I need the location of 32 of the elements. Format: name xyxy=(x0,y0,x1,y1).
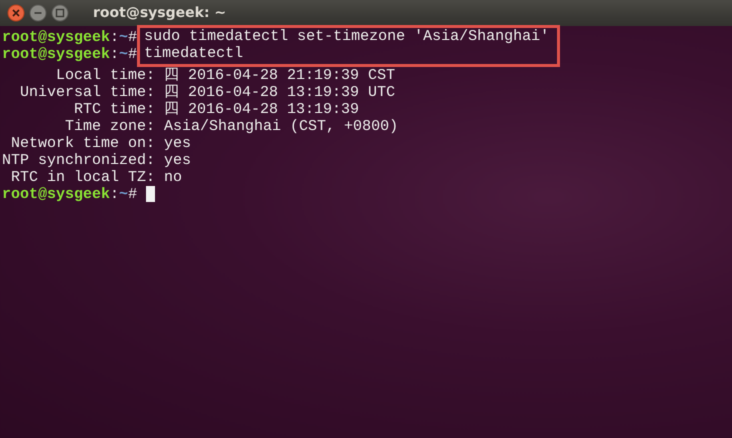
close-button[interactable] xyxy=(7,4,25,22)
prompt-user-host: root@sysgeek xyxy=(2,186,110,203)
output-value: 四 2016-04-28 13:19:39 xyxy=(164,101,360,118)
prompt-separator: : xyxy=(110,29,120,46)
minimize-button[interactable] xyxy=(29,4,47,22)
output-value: no xyxy=(164,169,182,186)
prompt-user-host: root@sysgeek xyxy=(2,29,110,46)
output-label: RTC time: xyxy=(73,101,156,118)
output-value: Asia/Shanghai (CST, +0800) xyxy=(164,118,398,135)
window-title: root@sysgeek: ~ xyxy=(93,5,226,21)
output-label: RTC in local TZ: xyxy=(10,169,156,186)
prompt-separator: : xyxy=(110,46,120,63)
output-value: yes xyxy=(164,152,192,169)
output-label: Local time: xyxy=(54,67,156,84)
output-label: Network time on: xyxy=(10,135,156,152)
output-value: 四 2016-04-28 13:19:39 UTC xyxy=(164,84,396,101)
prompt-path: ~ xyxy=(119,29,128,46)
command-text: sudo timedatectl set-timezone 'Asia/Shanghai' xyxy=(144,28,550,45)
prompt-path: ~ xyxy=(119,46,128,63)
output-label: NTP synchronized: xyxy=(2,152,156,169)
prompt-separator: : xyxy=(110,186,120,203)
command-text: timedatectl xyxy=(144,45,244,62)
output-value: 四 2016-04-28 21:19:39 CST xyxy=(164,67,396,84)
prompt-path: ~ xyxy=(119,186,128,203)
prompt-symbol: # xyxy=(128,186,138,203)
prompt-user-host: root@sysgeek xyxy=(2,46,110,63)
output-label: Universal time: xyxy=(18,84,156,101)
prompt-symbol: # xyxy=(128,46,138,63)
maximize-button[interactable] xyxy=(51,4,69,22)
prompt-symbol: # xyxy=(128,29,138,46)
output-value: yes xyxy=(164,135,192,152)
output-label: Time zone: xyxy=(64,118,156,135)
